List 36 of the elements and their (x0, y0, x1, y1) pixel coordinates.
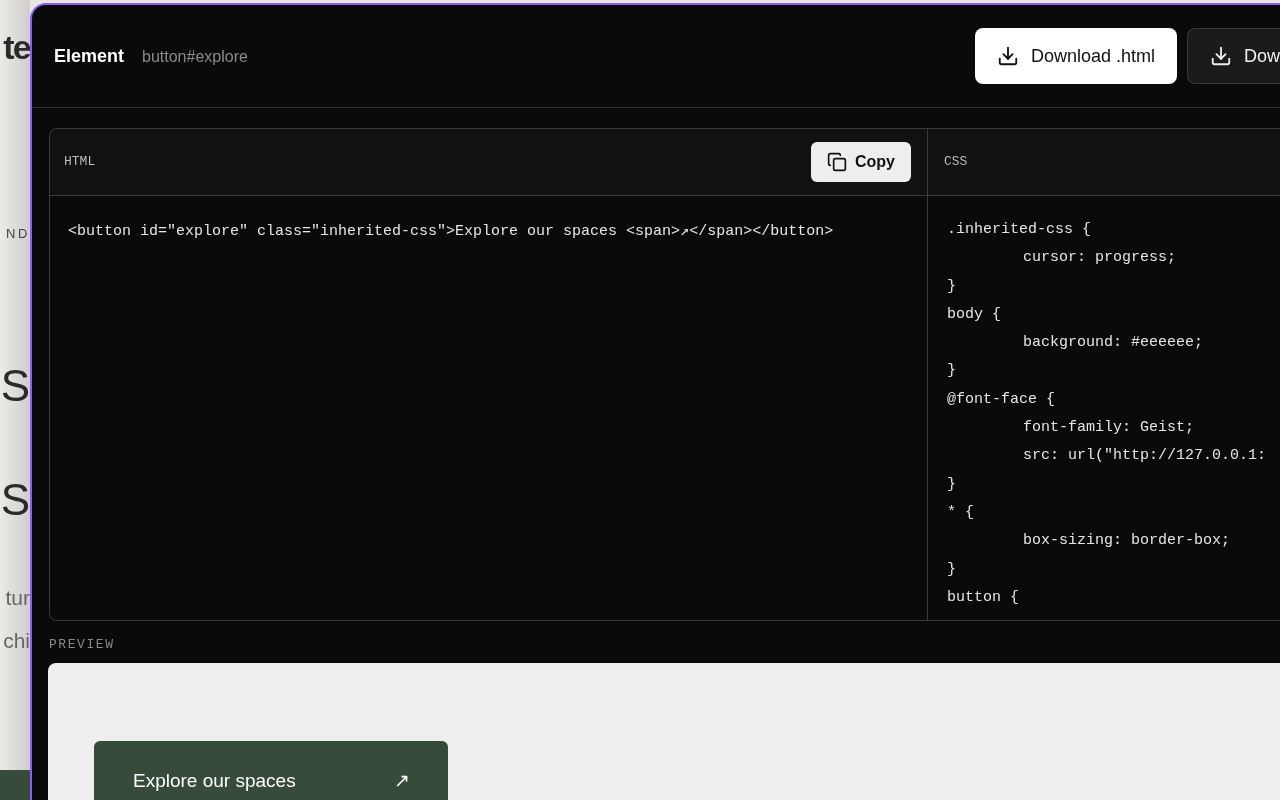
copy-icon (827, 152, 847, 172)
page-text-fragment: S (0, 477, 30, 522)
code-line: * { (947, 502, 975, 523)
download-button[interactable]: Dow (1187, 28, 1280, 84)
page-footer-bar (0, 770, 30, 800)
code-line: font-family: Geist; (1022, 418, 1196, 439)
preview-label: PREVIEW (49, 636, 116, 654)
code-line: src: url("http://127.0.0.1: (1022, 446, 1268, 467)
download-button[interactable]: Download .html (974, 28, 1177, 84)
panel-label: HTML (64, 153, 96, 172)
code-line: .inherited-css { (947, 220, 1093, 240)
copy-button[interactable]: Copy (811, 142, 911, 182)
code-line: body { (947, 304, 1002, 325)
code-line: } (947, 474, 957, 495)
page-text-fragment: te (2, 30, 30, 64)
page-text-fragment: tur (4, 584, 30, 611)
panel-label: CSS (944, 153, 968, 172)
panel-title: Element (54, 44, 125, 68)
code-line: } (947, 361, 957, 382)
page-text-fragment: ND (5, 225, 30, 243)
code-line: } (947, 276, 957, 297)
download-icon (1210, 45, 1232, 67)
code-line: } (947, 559, 957, 580)
code-line: @font-face { (947, 389, 1057, 410)
code-line: background: #eeeeee; (1022, 333, 1205, 354)
explore-button[interactable]: Explore our spaces ↗ (94, 740, 448, 800)
page-text-fragment: chi (2, 628, 30, 654)
code-line: box-sizing: border-box; (1022, 531, 1232, 552)
arrow-icon: ↗ (394, 770, 410, 791)
code-line: <button id="explore" class="inherited-css">Explore our spaces <span>↗</span></button> (68, 222, 835, 242)
code-line: cursor: progress; (1022, 248, 1178, 269)
code-line: button { (947, 587, 1020, 608)
element-selector: button#explore (142, 46, 248, 67)
button-label: Explore our spaces (133, 770, 296, 791)
download-icon (996, 45, 1019, 67)
page-text-fragment: S (0, 363, 30, 408)
